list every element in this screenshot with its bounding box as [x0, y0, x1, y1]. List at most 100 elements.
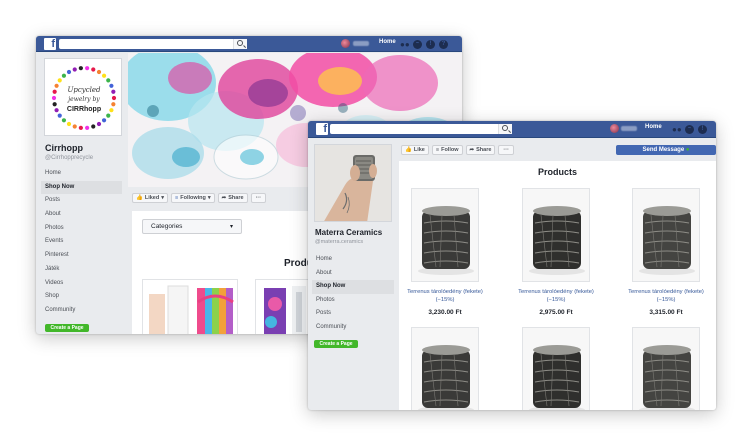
more-button[interactable]: ··· [498, 145, 514, 155]
create-page-button[interactable]: Create a Page [45, 324, 89, 332]
product-name-link[interactable]: Terrenus tárolóedény (fekete) (−15%) [399, 288, 491, 304]
notifications-icon[interactable]: ! [698, 124, 707, 134]
help-icon[interactable]: ? [439, 39, 448, 49]
nav-item-shop-now[interactable]: Shop Now [312, 280, 394, 294]
logo-dot [78, 66, 83, 71]
share-button[interactable]: ➦ Share [217, 193, 248, 203]
page-handle[interactable]: @materra.ceramics [315, 239, 363, 245]
search-input[interactable] [59, 39, 247, 49]
nav-item-videos[interactable]: Videos [41, 277, 122, 291]
nav-item-shop[interactable]: Shop [41, 290, 122, 304]
create-page-button[interactable]: Create a Page [314, 340, 358, 348]
friends-icon[interactable]: ●● [672, 125, 682, 134]
logo-dot [66, 121, 72, 127]
follow-button[interactable]: ≡ Follow [431, 145, 463, 155]
product-price: 3,230.00 Ft [428, 309, 462, 316]
logo-dot [106, 78, 111, 83]
nav-item-posts[interactable]: Posts [41, 194, 122, 208]
products-section: Products Terrenus tárolóedény (fekete) (… [399, 161, 716, 410]
nav-item-community[interactable]: Community [41, 304, 122, 318]
page-handle[interactable]: @Cirrhopprecycle [45, 155, 93, 161]
ceramic-container-photo [523, 328, 589, 410]
like-button[interactable]: 👍 Like [401, 145, 429, 155]
logo-dot [91, 67, 96, 72]
ceramic-container-photo [633, 189, 699, 281]
page-nav-list: Home Shop Now Posts About Photos Events Pinter… [41, 167, 122, 318]
logo-dot [111, 89, 116, 94]
ceramic-container-photo [523, 189, 589, 281]
chevron-down-icon: ▾ [161, 195, 164, 201]
page-profile-picture[interactable] [314, 144, 392, 222]
following-button[interactable]: ≡ Following ▾ [171, 193, 215, 203]
facebook-logo-icon[interactable]: f [44, 38, 56, 50]
notifications-icon[interactable]: ! [426, 39, 435, 49]
cirrhopp-logo: Upcycled jewelry by CIRRhopp [51, 66, 117, 130]
rss-icon: ≡ [175, 195, 179, 201]
logo-dot [57, 113, 62, 118]
home-link[interactable]: Home [645, 124, 662, 130]
share-button[interactable]: ➦ Share [465, 145, 496, 155]
user-avatar-icon[interactable] [610, 124, 619, 133]
send-message-button[interactable]: Send Message ● [616, 145, 716, 155]
page-name[interactable]: Materra Ceramics [315, 228, 382, 237]
nav-item-posts[interactable]: Posts [312, 307, 394, 321]
page-name[interactable]: Cirrhopp [45, 143, 83, 153]
search-button[interactable] [498, 124, 512, 134]
hand-holding-cup-photo [315, 145, 391, 221]
thumbs-up-icon: 👍 [136, 195, 143, 201]
product-image[interactable] [411, 188, 479, 282]
nav-item-photos[interactable]: Photos [41, 222, 122, 236]
user-avatar-icon[interactable] [341, 39, 350, 48]
product-name-link[interactable]: Terrenus tárolóedény (fekete) (−15%) [510, 288, 602, 304]
product-image[interactable] [411, 327, 479, 410]
product-name-link[interactable]: Terrenus tárolóedény (fekete) (−15%) [620, 288, 712, 304]
page-action-bar: 👍 Like ≡ Follow ➦ Share ··· [401, 145, 514, 155]
nav-item-about[interactable]: About [312, 267, 394, 281]
home-link[interactable]: Home [379, 39, 396, 45]
user-name-blurred[interactable] [353, 41, 369, 46]
page-nav-list: Home About Shop Now Photos Posts Community [312, 253, 394, 335]
messenger-icon[interactable]: ~ [413, 39, 422, 49]
search-button[interactable] [233, 39, 247, 49]
nav-item-shop-now[interactable]: Shop Now [41, 180, 122, 195]
nav-item-events[interactable]: Events [41, 235, 122, 249]
nav-item-j-t-k[interactable]: Játék [41, 263, 122, 277]
rss-icon: ≡ [435, 147, 440, 153]
logo-dot [96, 121, 102, 127]
facebook-logo-icon[interactable]: f [316, 123, 328, 135]
categories-dropdown[interactable]: Categories ▾ [142, 219, 242, 234]
chevron-down-icon: ▾ [229, 224, 233, 230]
logo-dot [61, 118, 67, 123]
logo-dot [101, 73, 107, 78]
nav-item-home[interactable]: Home [41, 167, 122, 181]
product-image[interactable] [522, 188, 590, 282]
ceramic-container-photo [633, 328, 699, 410]
nav-item-community[interactable]: Community [312, 321, 394, 335]
friends-icon[interactable]: ●● [400, 40, 410, 49]
logo-brand: CIRRhopp [67, 106, 101, 113]
messenger-icon: ● [685, 147, 690, 153]
logo-dot [101, 118, 107, 123]
product-image-1[interactable] [142, 279, 238, 334]
nav-item-home[interactable]: Home [312, 253, 394, 267]
page-profile-picture[interactable]: Upcycled jewelry by CIRRhopp [44, 58, 122, 136]
nav-item-photos[interactable]: Photos [312, 294, 394, 308]
logo-dot [66, 69, 72, 75]
user-name-blurred[interactable] [621, 126, 637, 131]
logo-dot [72, 67, 77, 72]
products-heading: Products [537, 167, 577, 177]
product-image[interactable] [522, 327, 590, 410]
share-icon: ➦ [469, 147, 475, 153]
logo-dot [78, 125, 83, 130]
search-input[interactable] [330, 124, 512, 134]
messenger-icon[interactable]: ~ [685, 124, 694, 134]
logo-line-2: jewelry by [66, 96, 100, 103]
nav-item-pinterest[interactable]: Pinterest [41, 249, 122, 263]
logo-dot [85, 66, 90, 71]
product-image[interactable] [632, 188, 700, 282]
product-image[interactable] [632, 327, 700, 410]
more-button[interactable]: ··· [250, 193, 267, 203]
topbar-icons: ●● ~ ! ? [400, 39, 448, 49]
nav-item-about[interactable]: About [41, 208, 122, 222]
liked-button[interactable]: 👍 Liked ▾ [132, 193, 168, 203]
